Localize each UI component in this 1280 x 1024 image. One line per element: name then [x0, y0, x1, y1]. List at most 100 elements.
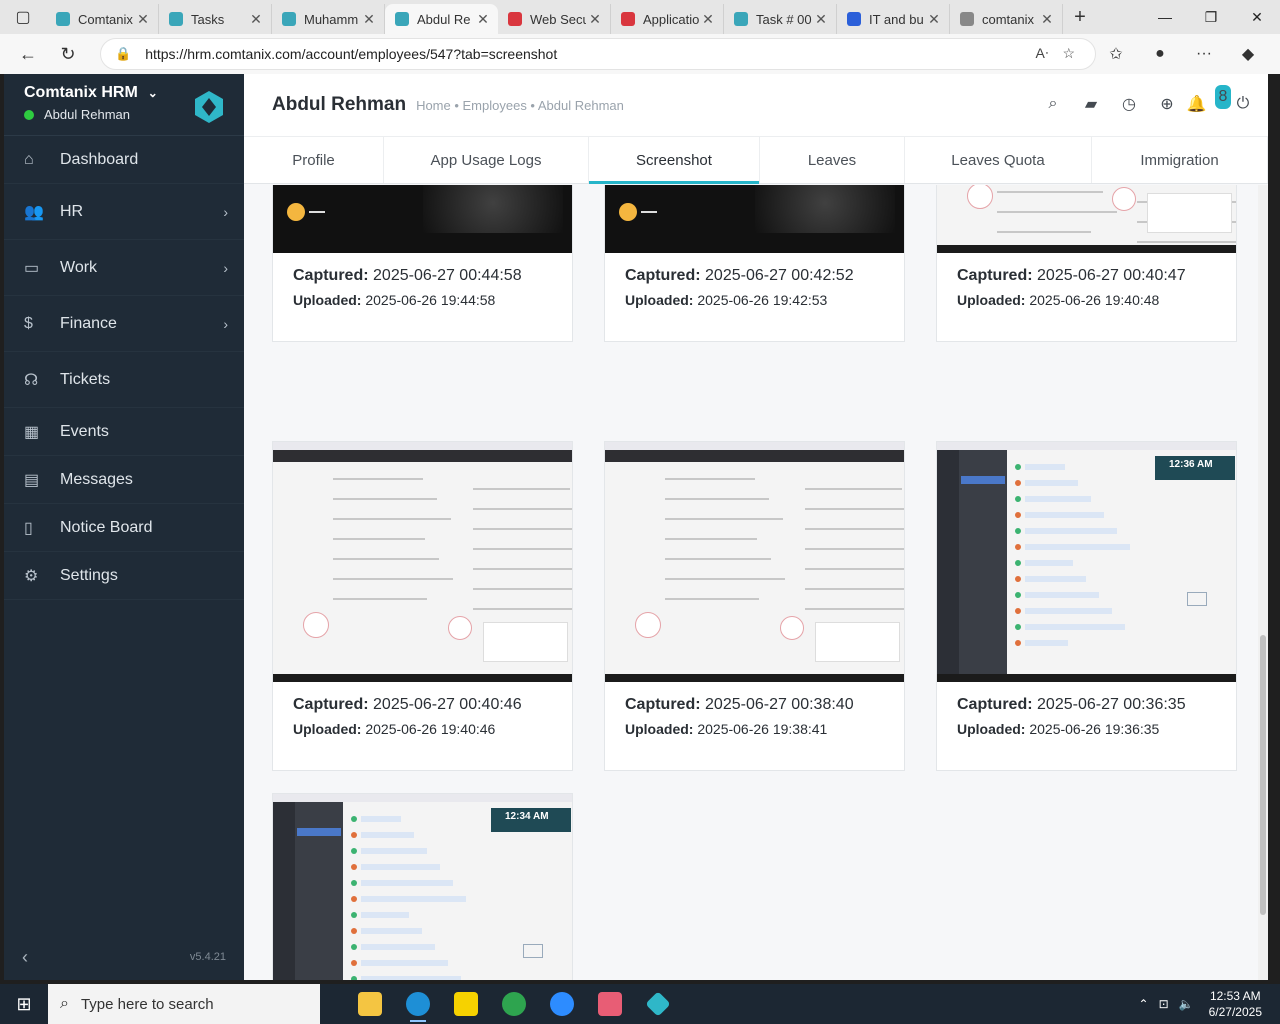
browser-tab[interactable]: Comtanix ✕ [46, 4, 159, 34]
read-aloud-icon[interactable]: Aᐧ [1036, 45, 1049, 62]
sidebar-item-label: Messages [60, 470, 133, 488]
uploaded-label: Uploaded: [957, 292, 1026, 308]
bell-icon[interactable]: 🔔 8 [1187, 85, 1232, 116]
screenshot-thumbnail[interactable]: 12:34 AM [273, 794, 572, 980]
browser-tab[interactable]: Tasks ✕ [159, 4, 272, 34]
screenshot-card[interactable]: Captured: 2025-06-27 00:40:46 Uploaded: 2… [272, 441, 573, 771]
profile-avatar-icon[interactable]: ● [1138, 38, 1182, 70]
uploaded-label: Uploaded: [293, 292, 362, 308]
browser-tab[interactable]: comtanix ✕ [950, 4, 1063, 34]
tab-profile[interactable]: Profile [244, 137, 384, 183]
window-controls: — ❐ ✕ [1142, 0, 1280, 34]
screenshot-card[interactable]: Captured: 2025-06-27 00:44:58 Uploaded: 2… [272, 185, 573, 342]
screenshot-thumbnail[interactable] [273, 442, 572, 682]
breadcrumb[interactable]: Home • Employees • Abdul Rehman [416, 98, 624, 113]
uploaded-line: Uploaded: 2025-06-26 19:38:41 [625, 721, 904, 737]
close-tab-icon[interactable]: ✕ [925, 11, 943, 28]
hrm-tracker-icon[interactable] [634, 984, 682, 1024]
screenshot-thumbnail[interactable] [273, 185, 572, 253]
sidebar-item-settings[interactable]: ⚙ Settings [4, 552, 244, 600]
close-tab-icon[interactable]: ✕ [360, 11, 378, 28]
sidebar-item-events[interactable]: ▦ Events [4, 408, 244, 456]
sidebar-item-messages[interactable]: ▤ Messages [4, 456, 244, 504]
close-tab-icon[interactable]: ✕ [812, 11, 830, 28]
sidebar-item-finance[interactable]: $ Finance › [4, 296, 244, 352]
restore-icon[interactable]: ❐ [1188, 0, 1234, 34]
tab-screenshot[interactable]: Screenshot [589, 137, 760, 184]
page-scrollbar[interactable] [1258, 185, 1268, 980]
screenshot-card[interactable]: Captured: 2025-06-27 00:38:40 Uploaded: 2… [604, 441, 905, 771]
more-menu-icon[interactable]: ··· [1182, 38, 1226, 70]
close-tab-icon[interactable]: ✕ [1038, 11, 1056, 28]
screenshot-card[interactable]: 12:34 AM [272, 793, 573, 980]
sidebar-item-dashboard[interactable]: ⌂ Dashboard [4, 136, 244, 184]
tab-favicon-icon [734, 12, 748, 26]
screenshot-thumbnail[interactable] [605, 442, 904, 682]
screenshot-card[interactable]: 12:36 AM Captured: 2025-06-27 00:36:35 Upl… [936, 441, 1237, 771]
close-tab-icon[interactable]: ✕ [474, 11, 492, 28]
lock-icon: 🔒 [115, 46, 132, 61]
taskbar-search[interactable]: ⌕ Type here to search [48, 984, 320, 1024]
power-icon[interactable]: ⏻ [1232, 92, 1254, 116]
uploaded-timestamp: 2025-06-26 19:36:35 [1029, 721, 1160, 737]
browser-tab[interactable]: IT and bu ✕ [837, 4, 950, 34]
scrollbar-thumb[interactable] [1260, 635, 1266, 915]
close-tab-icon[interactable]: ✕ [134, 11, 152, 28]
browser-tab[interactable]: Task # 00 ✕ [724, 4, 837, 34]
tab-actions-icon[interactable]: ▢ [0, 0, 46, 34]
copilot-icon[interactable]: ◆ [1226, 38, 1270, 70]
collapse-sidebar-icon[interactable]: ‹ [22, 947, 28, 968]
tab-leaves[interactable]: Leaves [760, 137, 905, 183]
tab-app-usage-logs[interactable]: App Usage Logs [384, 137, 589, 183]
clock-icon[interactable]: ◷ [1118, 92, 1140, 116]
favorite-star-icon[interactable]: ☆ [1062, 45, 1075, 62]
sidebar-item-notice-board[interactable]: ▯ Notice Board [4, 504, 244, 552]
minimize-icon[interactable]: — [1142, 0, 1188, 34]
screenshot-card[interactable]: Captured: 2025-06-27 00:42:52 Uploaded: 2… [604, 185, 905, 342]
favorites-icon[interactable]: ✩ [1094, 38, 1138, 70]
sidebar-item-work[interactable]: ▭ Work › [4, 240, 244, 296]
address-bar[interactable]: 🔒 https://hrm.comtanix.com/account/emplo… [100, 38, 1096, 70]
volume-icon[interactable]: 🔈 [1174, 997, 1199, 1011]
sticky-notes-icon[interactable] [442, 984, 490, 1024]
thumbnail-clock-text: 12:36 AM [1169, 459, 1213, 470]
screenshot-thumbnail[interactable]: 12:36 AM [937, 442, 1236, 682]
close-tab-icon[interactable]: ✕ [699, 11, 717, 28]
back-icon[interactable]: ← [8, 38, 48, 70]
close-tab-icon[interactable]: ✕ [586, 11, 604, 28]
screenshot-thumbnail[interactable] [605, 185, 904, 253]
chevron-up-icon[interactable]: ⌃ [1134, 997, 1154, 1011]
file-explorer-icon[interactable] [346, 984, 394, 1024]
edge-icon[interactable] [394, 984, 442, 1024]
zoom-icon[interactable] [538, 984, 586, 1024]
browser-tab[interactable]: Web Secu ✕ [498, 4, 611, 34]
new-tab-button[interactable]: + [1063, 0, 1097, 34]
tab-leaves-quota[interactable]: Leaves Quota [905, 137, 1092, 183]
chrome-icon[interactable] [490, 984, 538, 1024]
main-content: Abdul Rehman Home • Employees • Abdul Re… [244, 74, 1268, 980]
close-window-icon[interactable]: ✕ [1234, 0, 1280, 34]
uploaded-label: Uploaded: [293, 721, 362, 737]
search-icon[interactable]: ⌕ [1042, 92, 1064, 116]
sidebar: Comtanix HRM ⌄ Abdul Rehman ⌂ Dashboard 👥 H… [4, 74, 244, 980]
tab-immigration[interactable]: Immigration [1092, 137, 1268, 183]
add-circle-icon[interactable]: ⊕ [1156, 92, 1178, 116]
sidebar-item-hr[interactable]: 👥 HR › [4, 184, 244, 240]
refresh-icon[interactable]: ↻ [48, 38, 88, 70]
screenshot-card[interactable]: Captured: 2025-06-27 00:40:47 Uploaded: 2… [936, 185, 1237, 342]
browser-tab[interactable]: Applicatio ✕ [611, 4, 724, 34]
browser-tab[interactable]: Abdul Re ✕ [385, 4, 498, 34]
close-tab-icon[interactable]: ✕ [247, 11, 265, 28]
clock-date: 6/27/2025 [1208, 1005, 1262, 1019]
network-icon[interactable]: ⊡ [1154, 997, 1174, 1011]
briefcase-icon: ▭ [24, 259, 40, 277]
browser-tab[interactable]: Muhamm ✕ [272, 4, 385, 34]
sticky-note-icon[interactable]: ▰ [1080, 92, 1102, 116]
sidebar-item-tickets[interactable]: ☊ Tickets [4, 352, 244, 408]
header-actions: ⌕ ▰ ◷ ⊕ 🔔 8 ⏻ [1042, 85, 1254, 116]
windows-start-icon[interactable]: ⊞ [0, 984, 48, 1024]
snipping-tool-icon[interactable] [586, 984, 634, 1024]
calendar-icon: ▦ [24, 423, 40, 441]
screenshot-thumbnail[interactable] [937, 185, 1236, 253]
clock[interactable]: 12:53 AM 6/27/2025 [1199, 988, 1272, 1020]
